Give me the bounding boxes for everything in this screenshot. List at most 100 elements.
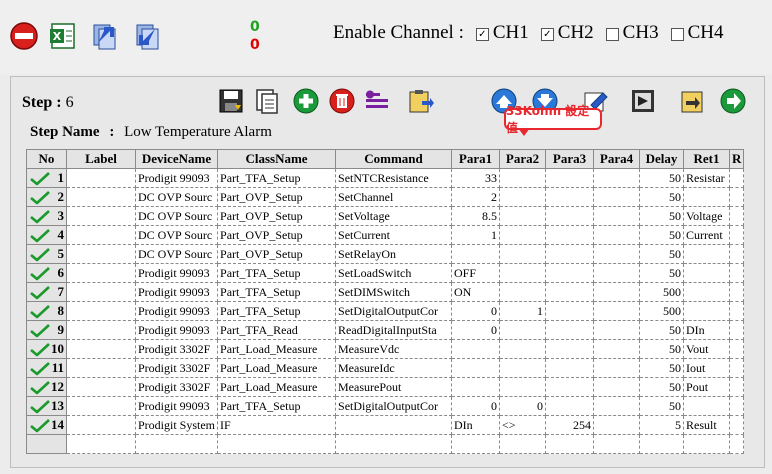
cell-ret1[interactable] bbox=[683, 396, 731, 416]
cell-para4[interactable] bbox=[593, 263, 641, 283]
table-row[interactable]: 9 Prodigit 99093 Part_TFA_Read ReadDigitalI… bbox=[26, 320, 745, 340]
cell-delay[interactable]: 50 bbox=[639, 377, 685, 397]
col-para1[interactable]: Para1 bbox=[451, 149, 501, 169]
cell-device[interactable]: Prodigit 3302F bbox=[135, 358, 219, 378]
cell-para2[interactable] bbox=[499, 168, 547, 188]
row-number[interactable] bbox=[26, 434, 67, 454]
cell-r[interactable] bbox=[729, 263, 745, 283]
cell-class[interactable]: Part_OVP_Setup bbox=[217, 206, 337, 226]
col-para3[interactable]: Para3 bbox=[545, 149, 595, 169]
cell-label[interactable] bbox=[66, 320, 136, 340]
cell-para1[interactable]: DIn bbox=[451, 415, 501, 435]
cell-ret1[interactable]: Vout bbox=[683, 339, 731, 359]
cell-para2[interactable]: 0 bbox=[499, 396, 547, 416]
excel-icon[interactable]: X bbox=[48, 21, 78, 51]
cell-para3[interactable] bbox=[545, 244, 595, 264]
cell-r[interactable] bbox=[729, 339, 745, 359]
table-row[interactable]: 5 DC OVP Sourc Part_OVP_Setup SetRelayOn 50 bbox=[26, 244, 745, 264]
cell-para4[interactable] bbox=[593, 244, 641, 264]
insert-step-icon[interactable] bbox=[362, 86, 392, 116]
cell-para4[interactable] bbox=[593, 168, 641, 188]
empty-cell[interactable] bbox=[66, 434, 136, 454]
row-number[interactable]: 11 bbox=[26, 358, 67, 378]
table-row[interactable]: 7 Prodigit 99093 Part_TFA_Setup SetDIMSwitc… bbox=[26, 282, 745, 302]
row-number[interactable]: 9 bbox=[26, 320, 67, 340]
col-no[interactable]: No bbox=[26, 149, 67, 169]
row-number[interactable]: 14 bbox=[26, 415, 67, 435]
run-step-icon[interactable] bbox=[628, 86, 658, 116]
cell-delay[interactable]: 50 bbox=[639, 225, 685, 245]
cell-device[interactable]: DC OVP Sourc bbox=[135, 225, 219, 245]
cell-para2[interactable] bbox=[499, 320, 547, 340]
cell-para2[interactable] bbox=[499, 282, 547, 302]
table-row[interactable]: 14 Prodigit System IF DIn <> 254 5 Result bbox=[26, 415, 745, 435]
empty-cell[interactable] bbox=[217, 434, 337, 454]
cell-device[interactable]: Prodigit 3302F bbox=[135, 339, 219, 359]
cell-class[interactable]: Part_OVP_Setup bbox=[217, 187, 337, 207]
cell-class[interactable]: Part_Load_Measure bbox=[217, 358, 337, 378]
cell-delay[interactable]: 500 bbox=[639, 282, 685, 302]
cell-class[interactable]: Part_OVP_Setup bbox=[217, 244, 337, 264]
cell-class[interactable]: Part_OVP_Setup bbox=[217, 225, 337, 245]
cell-label[interactable] bbox=[66, 282, 136, 302]
cell-para4[interactable] bbox=[593, 358, 641, 378]
cell-para3[interactable] bbox=[545, 282, 595, 302]
cell-r[interactable] bbox=[729, 187, 745, 207]
cell-para3[interactable] bbox=[545, 225, 595, 245]
paste-step-icon[interactable] bbox=[405, 86, 435, 116]
cell-para2[interactable] bbox=[499, 339, 547, 359]
empty-cell[interactable] bbox=[639, 434, 685, 454]
cell-para3[interactable] bbox=[545, 320, 595, 340]
cell-label[interactable] bbox=[66, 206, 136, 226]
row-number[interactable]: 7 bbox=[26, 282, 67, 302]
cell-class[interactable]: Part_Load_Measure bbox=[217, 339, 337, 359]
cell-para2[interactable] bbox=[499, 225, 547, 245]
cell-para1[interactable]: ON bbox=[451, 282, 501, 302]
row-number[interactable]: 6 bbox=[26, 263, 67, 283]
cell-label[interactable] bbox=[66, 415, 136, 435]
cell-para2[interactable] bbox=[499, 358, 547, 378]
cell-para1[interactable]: 0 bbox=[451, 301, 501, 321]
cell-command[interactable] bbox=[335, 415, 453, 435]
cell-para4[interactable] bbox=[593, 282, 641, 302]
empty-cell[interactable] bbox=[593, 434, 641, 454]
cell-device[interactable]: Prodigit System bbox=[135, 415, 219, 435]
ch4-checkbox[interactable] bbox=[670, 27, 684, 41]
col-label[interactable]: Label bbox=[66, 149, 136, 169]
cell-label[interactable] bbox=[66, 244, 136, 264]
copy-step-icon[interactable] bbox=[252, 86, 282, 116]
cell-ret1[interactable] bbox=[683, 263, 731, 283]
cell-para3[interactable] bbox=[545, 168, 595, 188]
cell-para3[interactable]: 254 bbox=[545, 415, 595, 435]
cell-r[interactable] bbox=[729, 415, 745, 435]
cell-label[interactable] bbox=[66, 263, 136, 283]
cell-delay[interactable]: 50 bbox=[639, 339, 685, 359]
cell-class[interactable]: Part_Load_Measure bbox=[217, 377, 337, 397]
cell-para1[interactable]: 0 bbox=[451, 396, 501, 416]
ch1-checkbox[interactable]: ✓ bbox=[475, 27, 489, 41]
table-row[interactable]: 8 Prodigit 99093 Part_TFA_Setup SetDigitalO… bbox=[26, 301, 745, 321]
cell-ret1[interactable]: Resistar bbox=[683, 168, 731, 188]
cell-ret1[interactable] bbox=[683, 187, 731, 207]
cell-para2[interactable] bbox=[499, 187, 547, 207]
cell-label[interactable] bbox=[66, 339, 136, 359]
cell-class[interactable]: Part_TFA_Read bbox=[217, 320, 337, 340]
cell-command[interactable]: SetDigitalOutputCor bbox=[335, 396, 453, 416]
table-row[interactable]: 12 Prodigit 3302F Part_Load_Measure Measure… bbox=[26, 377, 745, 397]
cell-command[interactable]: ReadDigitalInputSta bbox=[335, 320, 453, 340]
cell-command[interactable]: SetDigitalOutputCor bbox=[335, 301, 453, 321]
cell-para1[interactable]: 33 bbox=[451, 168, 501, 188]
row-number[interactable]: 2 bbox=[26, 187, 67, 207]
empty-cell[interactable] bbox=[335, 434, 453, 454]
cell-device[interactable]: Prodigit 99093 bbox=[135, 320, 219, 340]
cell-command[interactable]: SetRelayOn bbox=[335, 244, 453, 264]
cell-r[interactable] bbox=[729, 301, 745, 321]
cell-r[interactable] bbox=[729, 320, 745, 340]
empty-cell[interactable] bbox=[451, 434, 501, 454]
cell-device[interactable]: Prodigit 99093 bbox=[135, 396, 219, 416]
stop-icon[interactable] bbox=[9, 21, 39, 51]
cell-delay[interactable]: 500 bbox=[639, 301, 685, 321]
cell-para3[interactable] bbox=[545, 263, 595, 283]
save-step-icon[interactable] bbox=[216, 86, 246, 116]
cell-device[interactable]: Prodigit 99093 bbox=[135, 168, 219, 188]
